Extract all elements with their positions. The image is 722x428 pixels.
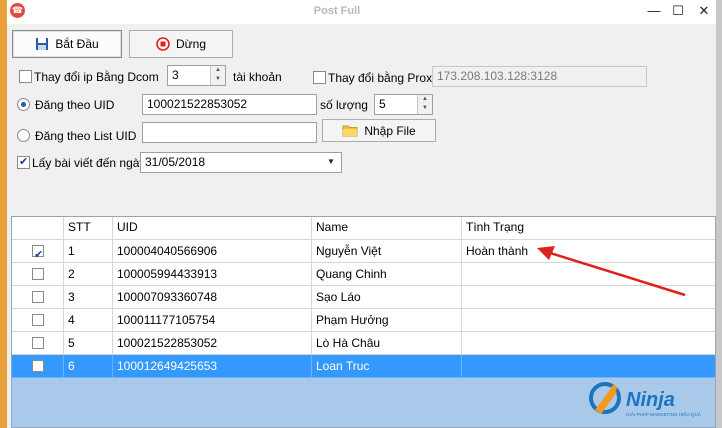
cell-select[interactable] (12, 286, 64, 309)
cell-name: Loan Truc (312, 355, 462, 378)
row-checkbox[interactable] (32, 314, 44, 326)
stop-button-label: Dừng (175, 37, 207, 51)
date-value: 31/05/2018 (145, 155, 206, 169)
column-header-uid[interactable]: UID (113, 217, 312, 240)
cell-stt: 3 (64, 286, 113, 309)
cell-stt: 2 (64, 263, 113, 286)
cell-uid: 100004040566906 (113, 240, 312, 263)
chevron-down-icon[interactable]: ▼ (325, 156, 337, 168)
annotation-arrow (537, 246, 686, 297)
cell-status (462, 309, 715, 332)
stop-button[interactable]: Dừng (129, 30, 233, 58)
post-by-uid-radio[interactable] (17, 98, 30, 111)
table-header: STT UID Name Tình Trạng (12, 217, 715, 240)
change-proxy-checkbox[interactable] (313, 71, 326, 84)
change-proxy-label: Thay đổi bằng Proxy (328, 71, 439, 85)
quantity-label: số lượng (320, 98, 368, 112)
list-uid-input[interactable] (142, 122, 317, 143)
background-edge-left (0, 0, 7, 428)
table-row[interactable]: 5 100021522853052 Lò Hà Châu (12, 332, 715, 355)
cell-stt: 4 (64, 309, 113, 332)
column-header-status[interactable]: Tình Trạng (462, 217, 715, 240)
window-title: Post Full (313, 5, 361, 17)
cell-name: Lò Hà Châu (312, 332, 462, 355)
floppy-disk-icon (36, 38, 49, 50)
folder-icon (342, 125, 358, 137)
cell-status (462, 355, 715, 378)
fetch-posts-checkbox[interactable]: ✔ (17, 156, 30, 169)
cell-status (462, 332, 715, 355)
cell-name: Quang Chinh (312, 263, 462, 286)
maximize-button[interactable]: ☐ (669, 3, 687, 19)
change-ip-label: Thay đổi ip Bằng Dcom (34, 70, 159, 84)
accounts-spin-buttons[interactable]: ▲ ▼ (210, 66, 225, 85)
minimize-button[interactable]: — (645, 3, 663, 19)
accounts-value: 3 (172, 68, 179, 82)
cell-select[interactable] (12, 309, 64, 332)
row-checkbox[interactable] (32, 268, 44, 280)
post-by-list-radio[interactable] (17, 129, 30, 142)
check-icon: ✔ (34, 249, 44, 261)
import-file-button[interactable]: Nhập File (322, 119, 436, 142)
spin-down-icon[interactable]: ▼ (211, 75, 225, 84)
close-button[interactable]: ✕ (695, 3, 713, 19)
proxy-input[interactable]: 173.208.103.128:3128 (432, 66, 647, 87)
cell-uid: 100021522853052 (113, 332, 312, 355)
accounts-suffix-label: tài khoản (233, 70, 282, 84)
date-picker[interactable]: 31/05/2018 (140, 152, 342, 173)
start-button-label: Bắt Đầu (55, 37, 99, 51)
logo-tagline: GIẢI PHÁP MARKETING HIỆU QUẢ (626, 410, 702, 417)
cell-uid: 100012649425653 (113, 355, 312, 378)
table-row[interactable]: 6 100012649425653 Loan Truc (12, 355, 715, 378)
row-checkbox[interactable] (32, 360, 44, 372)
import-file-label: Nhập File (364, 123, 416, 138)
cell-stt: 6 (64, 355, 113, 378)
table-row[interactable]: 4 100011177105754 Phạm Hưởng (12, 309, 715, 332)
column-header-select[interactable] (12, 217, 64, 240)
cell-stt: 1 (64, 240, 113, 263)
row-checkbox[interactable] (32, 291, 44, 303)
row-checkbox[interactable]: ✔ (32, 245, 44, 261)
title-bar: ☎ Post Full — ☐ ✕ (7, 0, 716, 24)
logo-wordmark: Ninja (626, 389, 675, 411)
cell-select[interactable]: ✔ (12, 240, 64, 263)
cell-name: Sạo Láo (312, 286, 462, 309)
stop-icon (156, 37, 170, 51)
change-ip-checkbox[interactable] (19, 70, 32, 83)
cell-name: Phạm Hưởng (312, 309, 462, 332)
check-icon: ✔ (19, 156, 29, 168)
cell-uid: 100007093360748 (113, 286, 312, 309)
ninja-logo: Ninja GIẢI PHÁP MARKETING HIỆU QUẢ (587, 380, 707, 424)
cell-uid: 100005994433913 (113, 263, 312, 286)
cell-select[interactable] (12, 263, 64, 286)
row-checkbox[interactable] (32, 337, 44, 349)
post-by-uid-label: Đăng theo UID (35, 98, 115, 112)
quantity-spin-buttons[interactable]: ▲ ▼ (417, 95, 432, 114)
post-by-list-label: Đăng theo List UID (35, 129, 137, 143)
spin-up-icon[interactable]: ▲ (211, 66, 225, 75)
cell-select[interactable] (12, 332, 64, 355)
ninja-logo-mark: Ninja GIẢI PHÁP MARKETING HIỆU QUẢ (589, 382, 702, 417)
background-edge-right (716, 0, 722, 428)
cell-stt: 5 (64, 332, 113, 355)
cell-uid: 100011177105754 (113, 309, 312, 332)
spin-down-icon[interactable]: ▼ (418, 104, 432, 113)
column-header-stt[interactable]: STT (64, 217, 113, 240)
cell-select[interactable] (12, 355, 64, 378)
column-header-name[interactable]: Name (312, 217, 462, 240)
cell-name: Nguyễn Việt (312, 240, 462, 263)
quantity-value: 5 (379, 97, 386, 111)
spin-up-icon[interactable]: ▲ (418, 95, 432, 104)
post-full-window: ☎ Post Full — ☐ ✕ Bắt Đầu Dừng Thay đổi … (7, 0, 716, 428)
fetch-posts-label: Lấy bài viết đến ngày (32, 156, 146, 170)
start-button[interactable]: Bắt Đầu (12, 30, 122, 58)
uid-input[interactable]: 100021522853052 (142, 94, 317, 115)
